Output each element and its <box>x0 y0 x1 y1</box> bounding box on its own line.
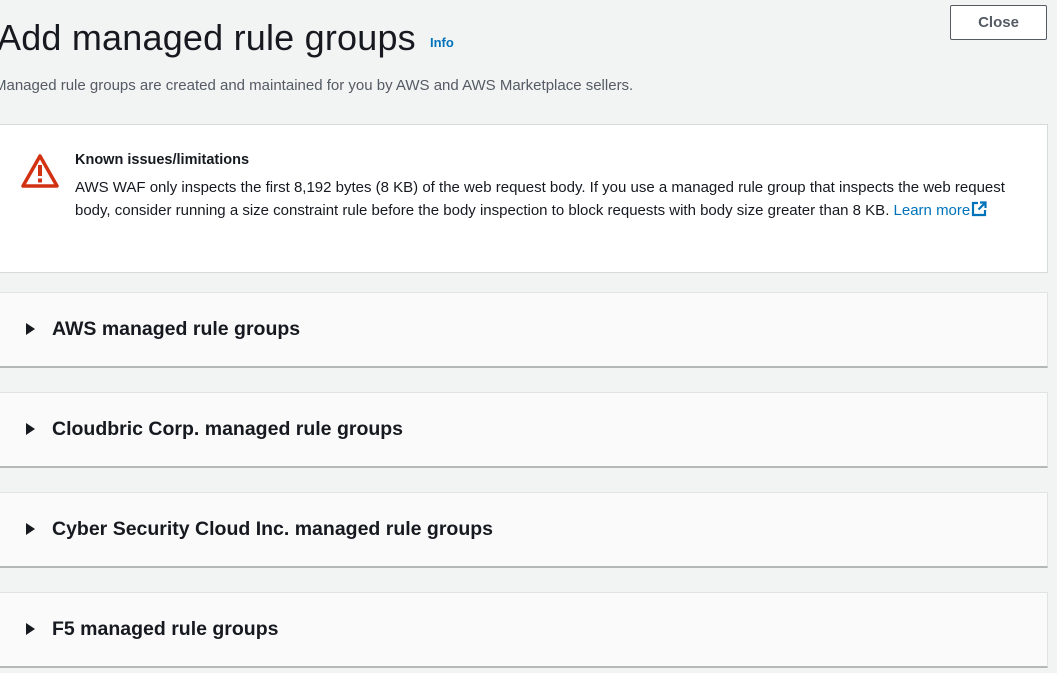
alert-body-text: AWS WAF only inspects the first 8,192 by… <box>75 179 1005 219</box>
section-label: AWS managed rule groups <box>52 318 301 340</box>
section-cyber-security-cloud-managed-rule-groups[interactable]: Cyber Security Cloud Inc. managed rule g… <box>0 492 1048 568</box>
external-link-icon <box>972 201 987 217</box>
warning-icon <box>21 154 59 188</box>
add-managed-rule-groups-page: Add managed rule groups Info Close Manag… <box>0 0 1057 673</box>
section-label: F5 managed rule groups <box>52 618 279 640</box>
section-f5-managed-rule-groups[interactable]: F5 managed rule groups <box>0 592 1048 668</box>
section-aws-managed-rule-groups[interactable]: AWS managed rule groups <box>0 292 1048 368</box>
alert-body-container: AWS WAF only inspects the first 8,192 by… <box>75 176 1035 222</box>
caret-right-icon <box>26 423 35 435</box>
section-cloudbric-managed-rule-groups[interactable]: Cloudbric Corp. managed rule groups <box>0 392 1048 468</box>
section-label: Cyber Security Cloud Inc. managed rule g… <box>52 518 494 540</box>
caret-right-icon <box>26 523 35 535</box>
page-title: Add managed rule groups <box>0 17 416 58</box>
learn-more-link[interactable]: Learn more <box>893 201 988 219</box>
alert-heading: Known issues/limitations <box>75 152 250 168</box>
close-button[interactable]: Close <box>950 5 1047 40</box>
caret-right-icon <box>26 323 35 335</box>
known-issues-alert: Known issues/limitations AWS WAF only in… <box>0 124 1048 273</box>
page-description: Managed rule groups are created and main… <box>0 77 634 94</box>
section-label: Cloudbric Corp. managed rule groups <box>52 418 404 440</box>
info-link[interactable]: Info <box>430 35 454 50</box>
caret-right-icon <box>26 623 35 635</box>
learn-more-label: Learn more <box>893 202 971 219</box>
